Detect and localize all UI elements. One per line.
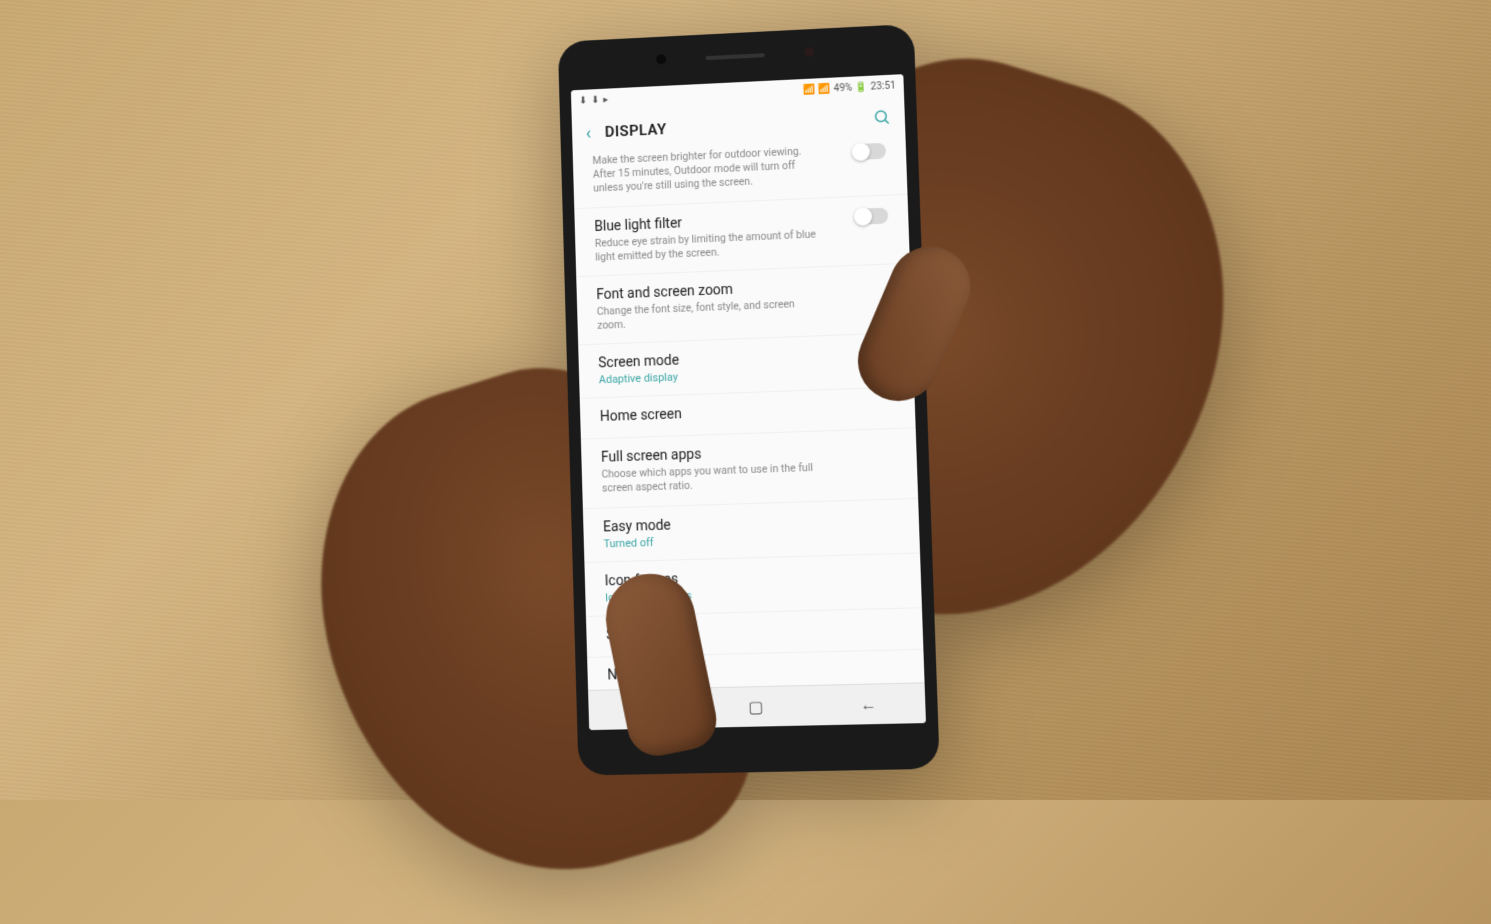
battery-percent: 49% [833,82,852,94]
setting-title: Home screen [599,399,894,425]
setting-icon-frames[interactable]: Icon frames Icons with frames [584,553,922,616]
bluetooth-icon: ▸ [603,94,608,105]
setting-desc: Choose which apps you want to use in the… [601,461,831,497]
page-title: DISPLAY [604,111,859,141]
back-button[interactable]: ‹ [585,122,591,143]
download-icon: ⬇ [578,95,587,106]
recents-button[interactable]: ⬚ [623,699,663,719]
setting-easy-mode[interactable]: Easy mode Turned off [582,498,919,562]
download-icon: ⬇ [590,94,599,105]
setting-status-bar[interactable]: Status bar [585,608,922,658]
home-button[interactable]: ▢ [735,697,776,717]
battery-icon: 🔋 [855,81,868,93]
wifi-icon: 📶 [802,84,815,95]
phone-screen: ⬇ ⬇ ▸ 📶 📶 49% 🔋 23:51 ‹ DISPLAY [570,74,925,730]
setting-title: Status bar [605,619,902,643]
signal-icon: 📶 [818,83,831,94]
phone-device: ⬇ ⬇ ▸ 📶 📶 49% 🔋 23:51 ‹ DISPLAY [557,24,939,776]
back-nav-button[interactable]: ← [847,694,888,715]
setting-full-screen-apps[interactable]: Full screen apps Choose which apps you w… [580,429,917,509]
navigation-bar: ⬚ ▢ ← [588,682,926,730]
clock-time: 23:51 [870,80,895,92]
toggle-outdoor-mode[interactable] [853,143,886,160]
search-icon[interactable] [872,107,891,131]
settings-list[interactable]: Make the screen brighter for outdoor vie… [572,140,924,690]
setting-title: Full screen apps [600,440,896,466]
setting-font-zoom[interactable]: Font and screen zoom Change the font siz… [576,264,912,346]
toggle-blue-light[interactable] [855,207,888,224]
